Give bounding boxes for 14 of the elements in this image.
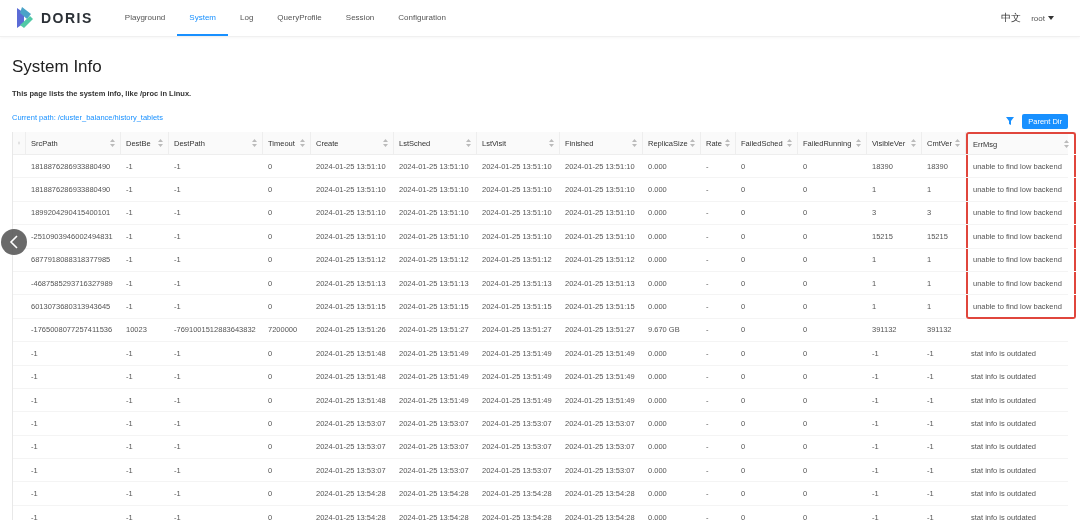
back-button[interactable]	[1, 229, 27, 255]
nav-tab[interactable]: Session	[333, 0, 387, 36]
brand-name: DORIS	[41, 10, 93, 26]
user-menu[interactable]: root	[1031, 13, 1054, 23]
page-title: System Info	[12, 57, 103, 77]
nav-tab[interactable]: Playground	[112, 0, 178, 36]
logo-icon	[14, 6, 34, 30]
filter-icon[interactable]	[1006, 117, 1015, 125]
caret-icon	[1048, 16, 1054, 20]
nav-tab[interactable]: Log	[228, 0, 266, 36]
chevron-left-icon	[9, 235, 19, 249]
language-link[interactable]: 中文	[1001, 11, 1022, 25]
nav-tab[interactable]: QueryProfile	[265, 0, 334, 36]
nav-tab[interactable]: Configuration	[386, 0, 458, 36]
